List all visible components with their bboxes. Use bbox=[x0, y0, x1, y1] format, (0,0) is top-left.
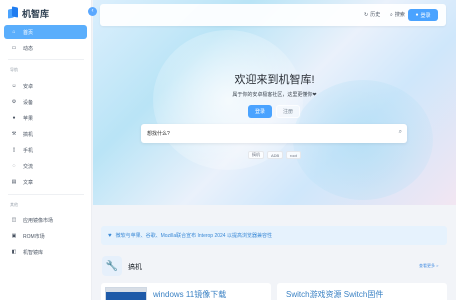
android-icon: ☺ bbox=[11, 83, 17, 89]
history-icon: ↻ bbox=[364, 11, 369, 18]
sidebar-item-android[interactable]: ☺ 安卓 bbox=[4, 79, 87, 93]
history-button[interactable]: ↻ 历史 bbox=[364, 11, 380, 19]
sidebar-item-label: 设备 bbox=[23, 99, 34, 106]
section-title: 搞机 bbox=[128, 264, 142, 271]
book-icon: ◧ bbox=[11, 249, 17, 255]
card-thumbnail bbox=[105, 287, 147, 300]
announcement-text: 微软与苹果、谷歌、Mozilla联合宣布 Interop 2024 以提高浏览器… bbox=[115, 233, 272, 239]
sidebar-item-label: 手机 bbox=[23, 147, 34, 154]
sidebar-item-chat[interactable]: ◌ 交流 bbox=[4, 159, 87, 173]
logo-icon bbox=[8, 6, 19, 19]
search-placeholder: 想找什么? bbox=[147, 131, 170, 137]
article-icon: ▤ bbox=[11, 179, 17, 185]
view-more-link[interactable]: 查看更多 > bbox=[419, 263, 438, 269]
page-title: 欢迎来到机智库! bbox=[234, 74, 315, 86]
content-card[interactable]: windows 11镜像下载 bbox=[101, 283, 271, 300]
brand-name: 机智库 bbox=[22, 8, 50, 19]
hero-banner bbox=[93, 0, 456, 205]
wrench-icon: 🔧 bbox=[102, 256, 122, 276]
store-icon: ◫ bbox=[11, 217, 17, 223]
sidebar-item-apple[interactable]: ● 苹果 bbox=[4, 111, 87, 125]
chat-icon: ◌ bbox=[12, 163, 16, 169]
sidebar-item-home[interactable]: ⌂ 首页 bbox=[4, 25, 87, 39]
wrench-icon: ⚒ bbox=[11, 131, 17, 137]
sidebar-item-label: 应用镜像市场 bbox=[23, 217, 54, 224]
sidebar-item-label: 安卓 bbox=[23, 83, 34, 90]
search-icon[interactable]: ⌕ bbox=[399, 129, 402, 136]
sidebar-item-app-market[interactable]: ◫ 应用镜像市场 bbox=[4, 213, 87, 227]
sidebar-item-rom-market[interactable]: ▣ ROM市场 bbox=[4, 229, 87, 243]
card-title: Switch游戏资源 Switch固件 bbox=[286, 290, 384, 299]
login-button[interactable]: ● 登录 bbox=[408, 9, 438, 21]
sidebar-item-label: ROM市场 bbox=[23, 233, 45, 240]
settings-icon: ⚙ bbox=[11, 99, 17, 105]
user-icon: ● bbox=[415, 12, 419, 18]
search-tag[interactable]: ADB bbox=[267, 151, 284, 159]
sidebar-item-tinker[interactable]: ⚒ 搞机 bbox=[4, 127, 87, 141]
search-button[interactable]: ⌕ 搜索 bbox=[390, 11, 405, 19]
login-cta-button[interactable]: 登录 bbox=[248, 105, 272, 118]
search-input[interactable]: 想找什么? ⌕ bbox=[141, 124, 407, 143]
brand-logo[interactable]: 机智库 bbox=[8, 6, 49, 20]
sidebar-item-label: 苹果 bbox=[23, 115, 34, 122]
apple-icon: ● bbox=[12, 115, 16, 121]
sidebar-item-devices[interactable]: ⚙ 设备 bbox=[4, 95, 87, 109]
register-button[interactable]: 注册 bbox=[276, 105, 300, 118]
message-icon: ▭ bbox=[11, 45, 17, 51]
heart-icon: ♥ bbox=[108, 232, 112, 239]
sidebar-item-label: 机智镜库 bbox=[23, 249, 44, 256]
search-tag[interactable]: 搞机 bbox=[248, 151, 264, 159]
chevron-left-icon[interactable]: ‹ bbox=[88, 7, 97, 16]
sidebar-item-articles[interactable]: ▤ 文章 bbox=[4, 175, 87, 189]
sidebar-item-label: 动态 bbox=[23, 45, 34, 52]
sidebar-item-label: 搞机 bbox=[23, 131, 34, 138]
content-card[interactable]: Switch游戏资源 Switch固件 bbox=[277, 283, 447, 300]
divider bbox=[8, 194, 84, 195]
divider bbox=[8, 59, 84, 60]
home-icon: ⌂ bbox=[12, 29, 16, 35]
top-bar: ↻ 历史 ⌕ 搜索 ● 登录 bbox=[100, 4, 446, 26]
sidebar-item-label: 文章 bbox=[23, 179, 34, 186]
box-icon: ▣ bbox=[11, 233, 17, 239]
sidebar-item-library[interactable]: ◧ 机智镜库 bbox=[4, 245, 87, 259]
phone-icon: ▯ bbox=[12, 147, 16, 153]
nav-section-title: 其他 bbox=[10, 202, 18, 207]
sidebar: 机智库 ⌂ 首页 ▭ 动态 导航 ☺ 安卓 ⚙ 设备 ● 苹果 ⚒ 搞机 ▯ 手… bbox=[0, 0, 92, 300]
nav-section-title: 导航 bbox=[10, 67, 18, 72]
sidebar-item-label: 首页 bbox=[23, 29, 34, 36]
search-icon: ⌕ bbox=[390, 11, 393, 18]
sidebar-item-activity[interactable]: ▭ 动态 bbox=[4, 41, 87, 55]
card-title: windows 11镜像下载 bbox=[153, 290, 227, 299]
hero-subtitle: 属于你的安卓极客社区，这里更懂你❤ bbox=[232, 92, 317, 98]
announcement-bar[interactable]: ♥ 微软与苹果、谷歌、Mozilla联合宣布 Interop 2024 以提高浏… bbox=[101, 226, 447, 245]
sidebar-item-phone[interactable]: ▯ 手机 bbox=[4, 143, 87, 157]
sidebar-item-label: 交流 bbox=[23, 163, 34, 170]
search-tag[interactable]: root bbox=[286, 151, 301, 159]
